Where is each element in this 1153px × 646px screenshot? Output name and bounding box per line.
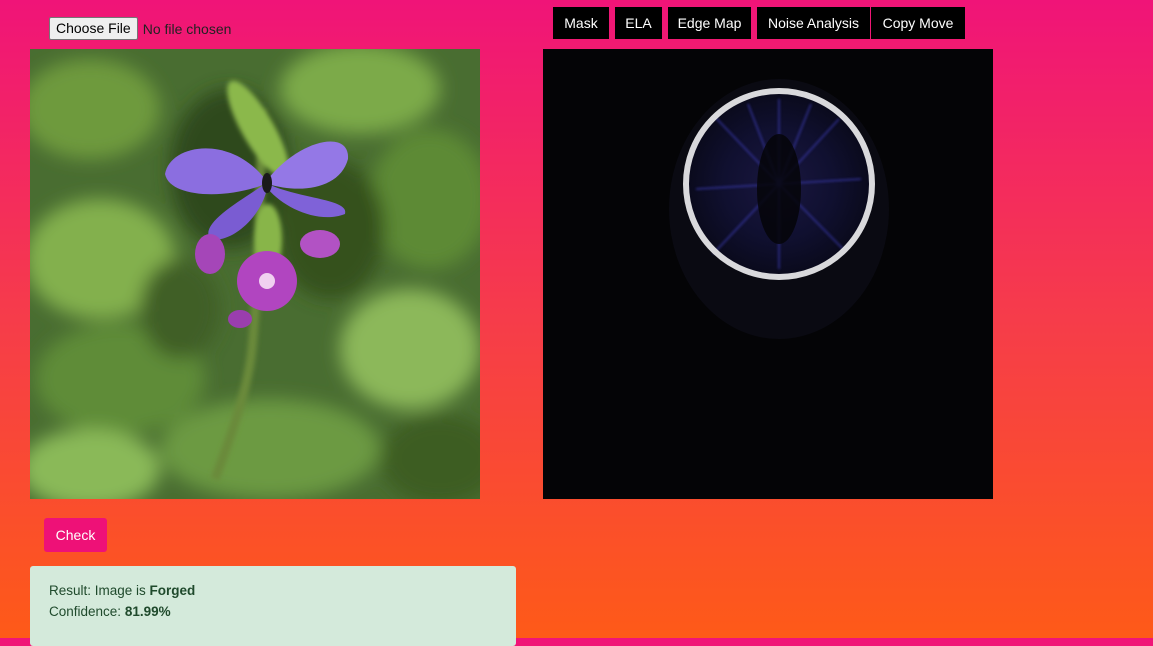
check-button[interactable]: Check bbox=[44, 518, 107, 552]
result-line: Result: Image is Forged bbox=[49, 580, 497, 601]
confidence-value: 81.99% bbox=[124, 604, 171, 619]
uploaded-image-preview bbox=[30, 49, 480, 499]
result-panel: Result: Image is Forged Confidence: 81.9… bbox=[30, 566, 516, 646]
flower-butterfly-photo bbox=[30, 49, 480, 499]
tab-ela[interactable]: ELA bbox=[615, 7, 662, 39]
tab-mask[interactable]: Mask bbox=[553, 7, 609, 39]
choose-file-button[interactable]: Choose File bbox=[49, 17, 138, 40]
file-upload[interactable]: Choose File No file chosen bbox=[49, 17, 231, 40]
analysis-output-image bbox=[543, 49, 993, 499]
tab-edge-map[interactable]: Edge Map bbox=[668, 7, 751, 39]
result-value: Forged bbox=[149, 583, 196, 598]
file-status-text: No file chosen bbox=[142, 20, 232, 37]
result-label: Result: Image is bbox=[49, 583, 150, 598]
confidence-line: Confidence: 81.99% bbox=[49, 601, 497, 622]
forgery-heatmap bbox=[543, 49, 993, 499]
tab-noise-analysis[interactable]: Noise Analysis bbox=[757, 7, 870, 39]
confidence-label: Confidence: bbox=[49, 604, 125, 619]
tab-copy-move[interactable]: Copy Move bbox=[871, 7, 965, 39]
